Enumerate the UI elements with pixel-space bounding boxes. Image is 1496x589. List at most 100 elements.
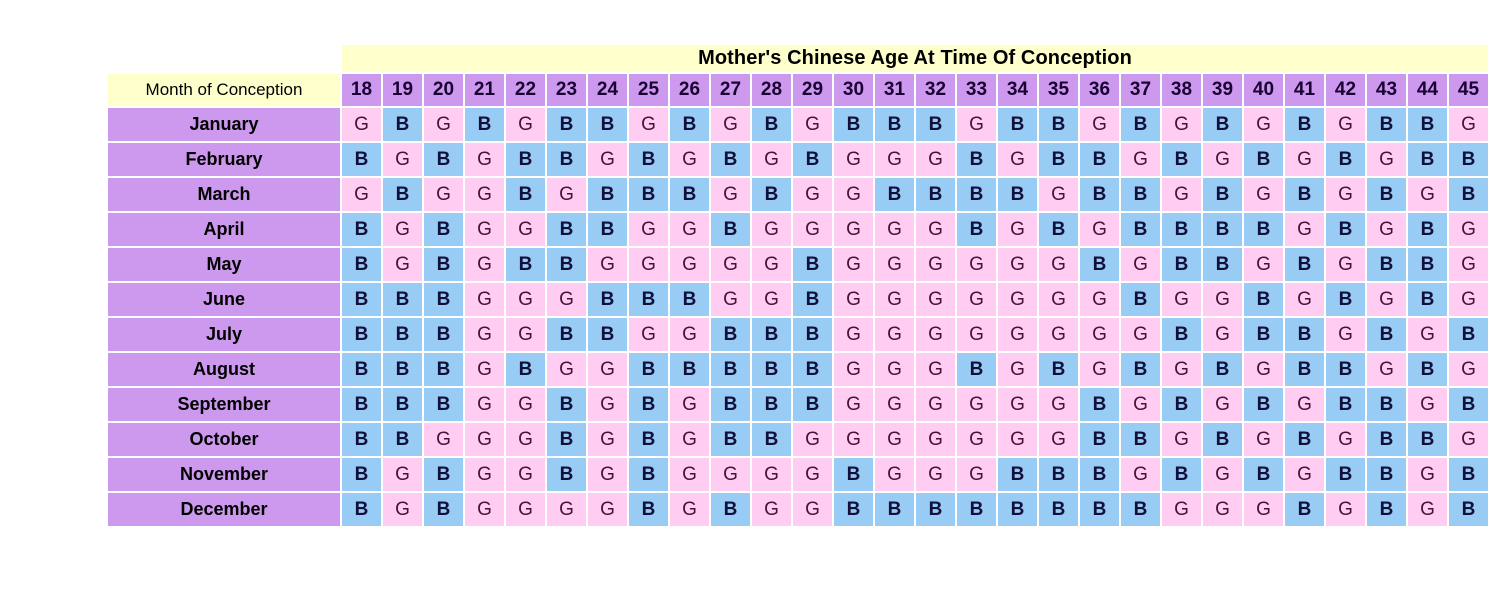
prediction-cell: B <box>957 353 996 386</box>
prediction-cell: B <box>1449 318 1488 351</box>
prediction-cell: B <box>547 248 586 281</box>
prediction-cell: B <box>465 108 504 141</box>
prediction-cell: B <box>1244 318 1283 351</box>
prediction-cell: B <box>1039 108 1078 141</box>
prediction-cell: B <box>752 318 791 351</box>
prediction-cell: B <box>424 318 463 351</box>
prediction-cell: B <box>424 458 463 491</box>
prediction-cell: B <box>342 318 381 351</box>
prediction-cell: G <box>1121 388 1160 421</box>
prediction-cell: B <box>793 143 832 176</box>
prediction-cell: B <box>711 143 750 176</box>
prediction-cell: G <box>1244 353 1283 386</box>
prediction-cell: G <box>506 283 545 316</box>
prediction-cell: G <box>1408 493 1447 526</box>
prediction-cell: G <box>629 213 668 246</box>
prediction-cell: G <box>670 493 709 526</box>
prediction-cell: G <box>1326 248 1365 281</box>
prediction-cell: B <box>629 143 668 176</box>
age-column-header: 19 <box>383 74 422 106</box>
prediction-cell: G <box>1367 143 1406 176</box>
month-label: June <box>108 283 340 316</box>
prediction-cell: B <box>711 353 750 386</box>
prediction-cell: G <box>1121 458 1160 491</box>
prediction-cell: G <box>1449 353 1488 386</box>
prediction-cell: G <box>506 458 545 491</box>
prediction-cell: B <box>342 248 381 281</box>
prediction-cell: B <box>1121 493 1160 526</box>
prediction-cell: G <box>1039 178 1078 211</box>
prediction-cell: G <box>998 423 1037 456</box>
prediction-cell: G <box>752 493 791 526</box>
prediction-cell: B <box>547 108 586 141</box>
prediction-cell: G <box>875 388 914 421</box>
prediction-cell: B <box>916 108 955 141</box>
prediction-cell: G <box>793 458 832 491</box>
month-label: January <box>108 108 340 141</box>
prediction-cell: B <box>1326 353 1365 386</box>
prediction-cell: G <box>1449 283 1488 316</box>
prediction-cell: B <box>1326 458 1365 491</box>
prediction-cell: B <box>629 178 668 211</box>
prediction-cell: G <box>957 318 996 351</box>
prediction-cell: G <box>629 248 668 281</box>
prediction-cell: G <box>670 388 709 421</box>
prediction-cell: B <box>506 143 545 176</box>
age-column-header: 32 <box>916 74 955 106</box>
prediction-cell: B <box>506 248 545 281</box>
prediction-cell: B <box>1203 248 1242 281</box>
prediction-cell: G <box>998 353 1037 386</box>
prediction-cell: G <box>875 458 914 491</box>
prediction-cell: G <box>1285 458 1324 491</box>
prediction-cell: B <box>1121 178 1160 211</box>
prediction-cell: G <box>383 213 422 246</box>
table-row: January G B G B G B B G B G B G B B B G B B G B G B G B G B B G <box>108 108 1488 141</box>
prediction-cell: G <box>957 283 996 316</box>
prediction-cell: G <box>916 388 955 421</box>
prediction-cell: B <box>1080 178 1119 211</box>
gender-prediction-chart: Mother's Chinese Age At Time Of Concepti… <box>106 43 1490 528</box>
table-row: March G B G G B G B B B G B G G B B B B G B B G B G B G B G B <box>108 178 1488 211</box>
prediction-cell: B <box>875 108 914 141</box>
age-column-header: 31 <box>875 74 914 106</box>
age-column-header: 36 <box>1080 74 1119 106</box>
prediction-cell: B <box>711 388 750 421</box>
prediction-cell: B <box>1162 143 1201 176</box>
prediction-cell: G <box>1080 283 1119 316</box>
age-column-header: 41 <box>1285 74 1324 106</box>
prediction-cell: B <box>1121 213 1160 246</box>
prediction-cell: B <box>998 458 1037 491</box>
prediction-cell: G <box>506 493 545 526</box>
chinese-gender-chart-table: Mother's Chinese Age At Time Of Concepti… <box>106 43 1490 528</box>
prediction-cell: G <box>1203 388 1242 421</box>
table-row: April B G B G G B B G G B G G G G G B G B G B B B B G B G B G <box>108 213 1488 246</box>
prediction-cell: G <box>998 248 1037 281</box>
prediction-cell: B <box>1121 353 1160 386</box>
prediction-cell: G <box>506 318 545 351</box>
prediction-cell: G <box>875 283 914 316</box>
prediction-cell: B <box>793 353 832 386</box>
prediction-cell: G <box>547 353 586 386</box>
table-row: February B G B G B B G B G B G B G G G B G B B G B G B G B G B B <box>108 143 1488 176</box>
prediction-cell: G <box>1039 388 1078 421</box>
prediction-cell: B <box>1080 423 1119 456</box>
prediction-cell: B <box>793 388 832 421</box>
prediction-cell: G <box>670 423 709 456</box>
prediction-cell: B <box>1080 143 1119 176</box>
prediction-cell: B <box>711 318 750 351</box>
prediction-cell: G <box>465 178 504 211</box>
prediction-cell: B <box>383 353 422 386</box>
prediction-cell: B <box>1121 108 1160 141</box>
prediction-cell: G <box>1039 248 1078 281</box>
prediction-cell: G <box>793 213 832 246</box>
prediction-cell: G <box>1203 493 1242 526</box>
age-column-header: 28 <box>752 74 791 106</box>
prediction-cell: G <box>1449 423 1488 456</box>
prediction-cell: G <box>1162 493 1201 526</box>
prediction-cell: B <box>1449 493 1488 526</box>
prediction-cell: G <box>834 143 873 176</box>
prediction-cell: B <box>793 318 832 351</box>
prediction-cell: B <box>957 493 996 526</box>
prediction-cell: G <box>1162 423 1201 456</box>
prediction-cell: G <box>1408 178 1447 211</box>
